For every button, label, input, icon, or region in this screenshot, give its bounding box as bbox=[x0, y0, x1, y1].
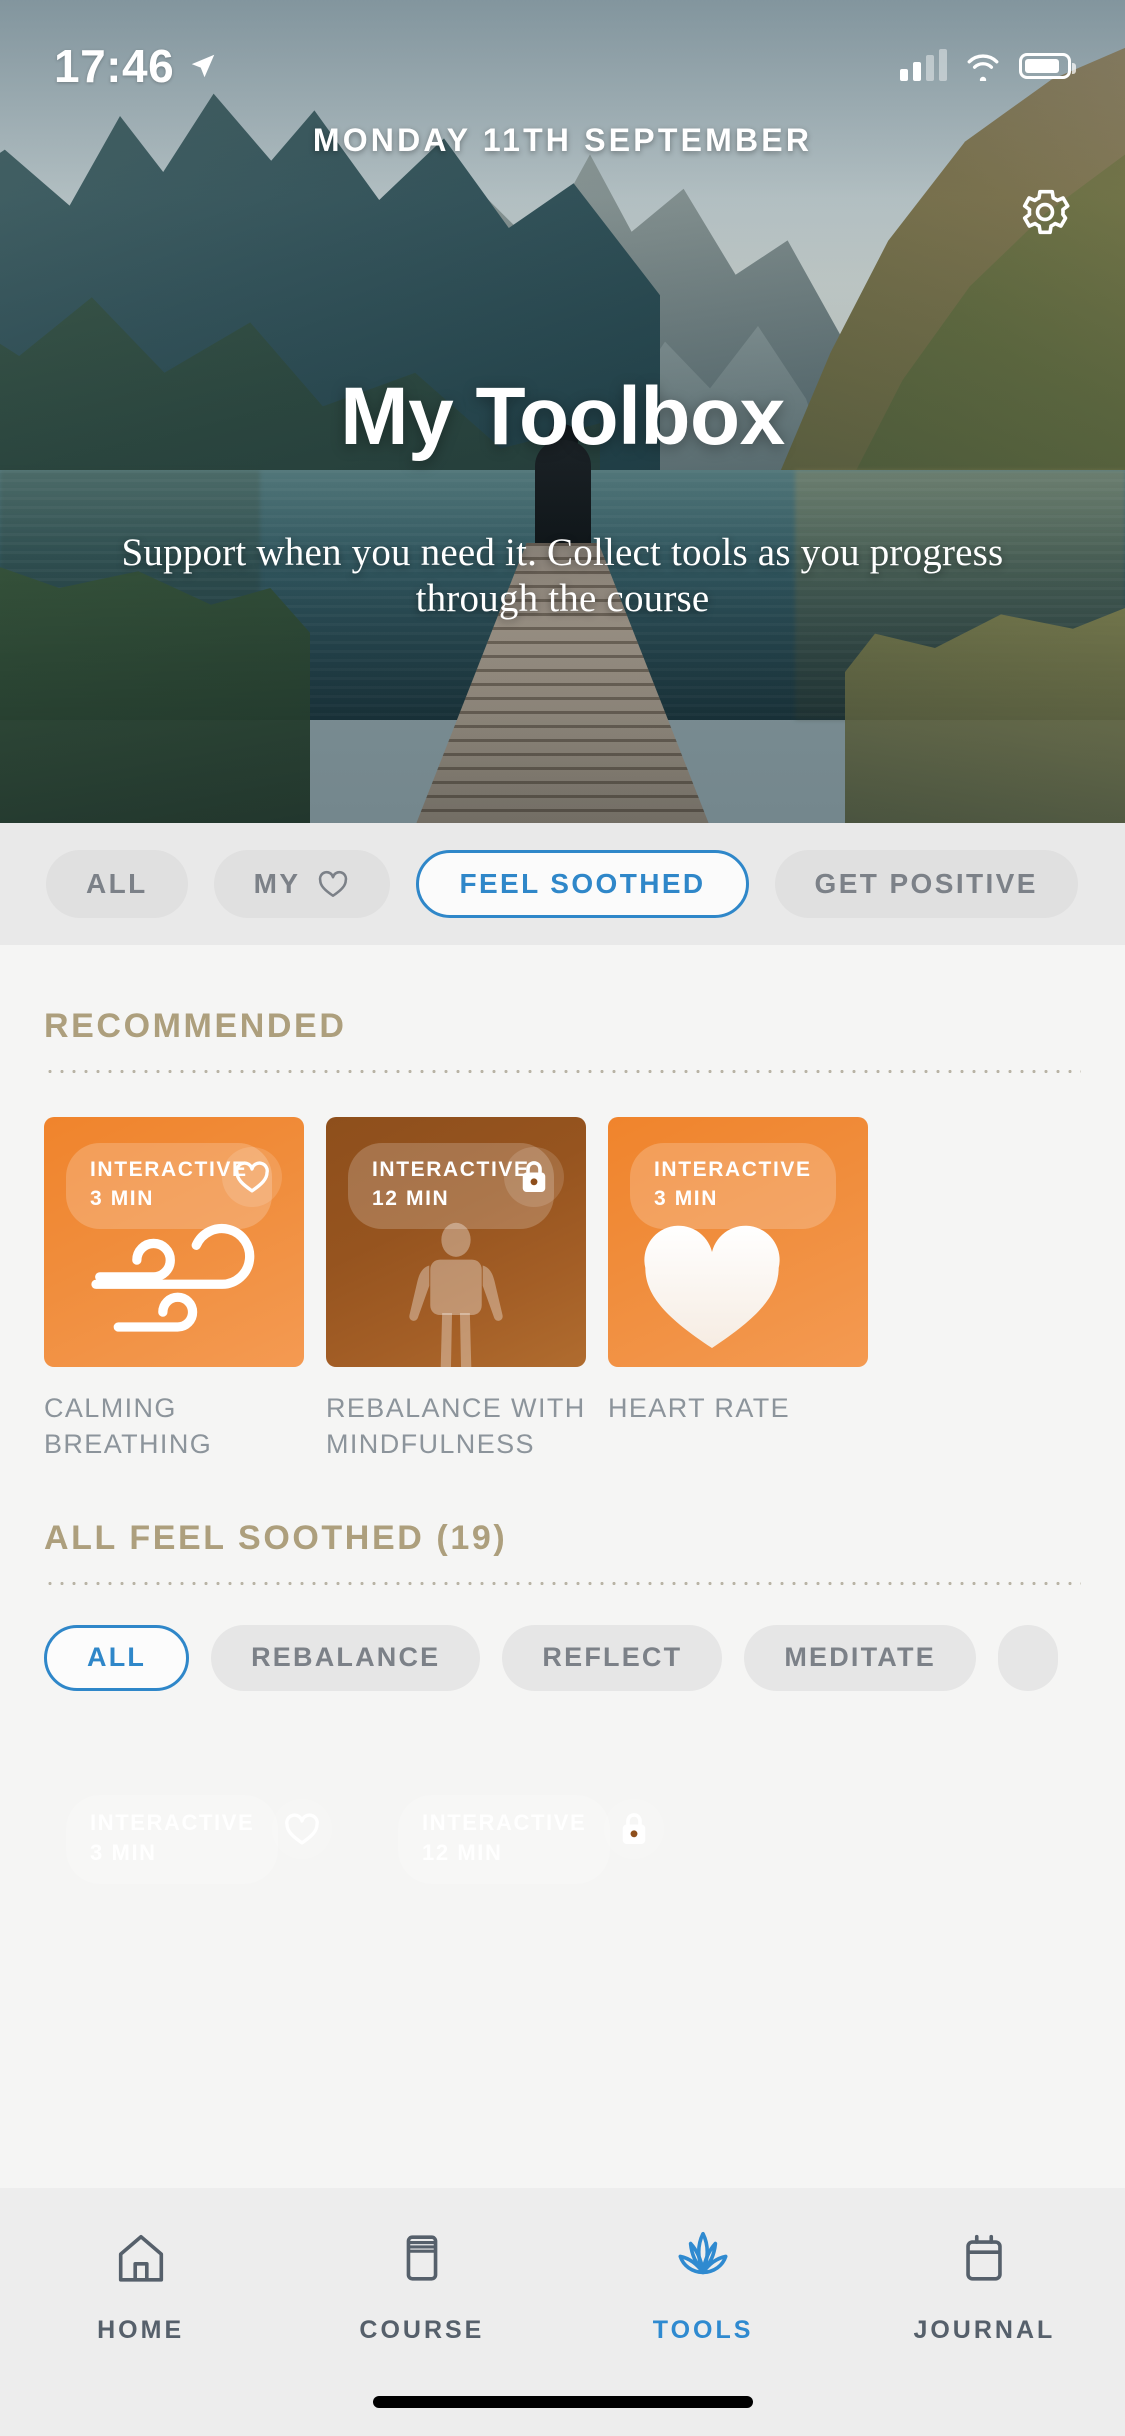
card-duration: 3 MIN bbox=[90, 1840, 157, 1866]
body-figure-icon bbox=[409, 1222, 503, 1367]
status-bar-right bbox=[900, 49, 1076, 81]
locked-button[interactable] bbox=[504, 1147, 564, 1207]
chip-feel-soothed[interactable]: FEEL SOOTHED bbox=[416, 850, 749, 918]
wifi-icon bbox=[967, 54, 999, 81]
lotus-icon bbox=[667, 2222, 739, 2294]
category-chip-bar[interactable]: ALL MY FEEL SOOTHED GET POSITIVE bbox=[0, 823, 1125, 945]
favourite-button[interactable] bbox=[272, 1798, 332, 1859]
list-item[interactable]: INTERACTIVE 3 MIN bbox=[44, 1117, 304, 1463]
heart-outline-icon bbox=[285, 1813, 319, 1845]
recommended-card-list[interactable]: INTERACTIVE 3 MIN CALMING BREATHING INTE… bbox=[0, 1117, 1125, 1463]
settings-button[interactable] bbox=[1009, 176, 1081, 248]
lock-icon bbox=[522, 1161, 546, 1192]
card-duration: 12 MIN bbox=[422, 1840, 503, 1866]
wind-icon bbox=[91, 1223, 255, 1332]
status-bar: 17:46 bbox=[0, 0, 1125, 132]
tab-home[interactable]: HOME bbox=[0, 2222, 281, 2345]
tab-tools[interactable]: TOOLS bbox=[563, 2222, 844, 2345]
chip-label: REBALANCE bbox=[251, 1642, 441, 1673]
gear-icon bbox=[1022, 189, 1070, 235]
home-indicator[interactable] bbox=[372, 2396, 753, 2408]
chip-rebalance[interactable]: REBALANCE bbox=[211, 1624, 481, 1691]
chip-overflow[interactable] bbox=[997, 1624, 1058, 1691]
card-type: INTERACTIVE bbox=[654, 1158, 812, 1181]
heart-filled-icon bbox=[644, 1225, 780, 1348]
chip-get-positive[interactable]: GET POSITIVE bbox=[774, 850, 1078, 918]
section-title: ALL FEEL SOOTHED (19) bbox=[44, 1518, 508, 1557]
card-title: REBALANCE WITH MINDFULNESS bbox=[326, 1393, 586, 1459]
tool-card-rebalance-with-mindfulness[interactable]: INTERACTIVE 12 MIN bbox=[326, 1117, 586, 1367]
chip-label: ALL bbox=[86, 868, 148, 899]
tool-card-heart-rate[interactable]: INTERACTIVE 3 MIN bbox=[608, 1117, 868, 1367]
chip-meditate[interactable]: MEDITATE bbox=[744, 1624, 976, 1691]
card-artwork bbox=[326, 1213, 586, 1367]
location-arrow-icon bbox=[191, 54, 215, 78]
lock-icon bbox=[622, 1812, 646, 1844]
card-type: INTERACTIVE bbox=[90, 1809, 255, 1835]
card-badge: INTERACTIVE 3 MIN bbox=[66, 1794, 279, 1884]
tab-label: TOOLS bbox=[652, 2316, 754, 2344]
chip-all[interactable]: ALL bbox=[46, 850, 188, 918]
tab-course[interactable]: COURSE bbox=[281, 2222, 562, 2345]
tool-card-partial-1[interactable]: INTERACTIVE 3 MIN bbox=[44, 1769, 354, 2019]
locked-button[interactable] bbox=[604, 1798, 664, 1859]
chip-all[interactable]: ALL bbox=[44, 1624, 190, 1691]
content-area: RECOMMENDED INTERACTIVE 3 MIN CALMING BR… bbox=[0, 945, 1125, 2388]
tool-card-calming-breathing[interactable]: INTERACTIVE 3 MIN bbox=[44, 1117, 304, 1367]
house-icon bbox=[105, 2222, 177, 2294]
card-title: CALMING BREATHING bbox=[44, 1393, 213, 1459]
subcategory-chip-bar[interactable]: ALL REBALANCE REFLECT MEDITATE bbox=[0, 1624, 1125, 1691]
favourite-button[interactable] bbox=[222, 1147, 282, 1207]
card-badge: INTERACTIVE 12 MIN bbox=[398, 1794, 611, 1884]
section-title: RECOMMENDED bbox=[44, 1007, 347, 1045]
notebook-icon bbox=[948, 2222, 1020, 2294]
card-artwork bbox=[44, 1213, 304, 1363]
chip-label: REFLECT bbox=[542, 1642, 683, 1673]
bottom-tab-bar[interactable]: HOME COURSE TOOLS JOURNAL bbox=[0, 2188, 1125, 2436]
status-bar-left: 17:46 bbox=[54, 39, 218, 93]
list-item[interactable]: INTERACTIVE 12 MIN REBALANCE WITH MINDFU… bbox=[326, 1117, 586, 1463]
tab-label: HOME bbox=[97, 2316, 185, 2344]
chip-label: FEEL SOOTHED bbox=[459, 868, 706, 899]
card-artwork bbox=[608, 1213, 868, 1363]
chip-my[interactable]: MY bbox=[213, 850, 391, 918]
cellular-signal-icon bbox=[900, 49, 947, 81]
tab-label: COURSE bbox=[359, 2316, 485, 2344]
chip-label: ALL bbox=[87, 1642, 147, 1673]
chip-label: MEDITATE bbox=[784, 1642, 936, 1673]
card-title: HEART RATE bbox=[608, 1393, 791, 1423]
chip-label: GET POSITIVE bbox=[814, 868, 1038, 899]
heart-outline-icon bbox=[319, 870, 348, 898]
chip-label: MY bbox=[253, 868, 301, 899]
section-divider bbox=[44, 1581, 1081, 1585]
section-divider bbox=[44, 1070, 1081, 1073]
page-subtitle: Support when you need it. Collect tools … bbox=[121, 531, 1004, 621]
card-type: INTERACTIVE bbox=[422, 1809, 587, 1835]
battery-icon bbox=[1019, 53, 1076, 79]
all-section-header: ALL FEEL SOOTHED (19) bbox=[0, 1519, 1125, 1585]
recommended-section-header: RECOMMENDED bbox=[0, 1007, 1125, 1073]
tab-label: JOURNAL bbox=[913, 2316, 1056, 2344]
tool-card-partial-2[interactable]: INTERACTIVE 12 MIN bbox=[376, 1769, 686, 2019]
list-item[interactable]: INTERACTIVE 3 MIN bbox=[608, 1117, 868, 1463]
book-icon bbox=[386, 2222, 458, 2294]
app-screen: 17:46 MONDAY 11TH SEPTEMBER My Toolbox S… bbox=[0, 0, 1125, 2436]
tab-journal[interactable]: JOURNAL bbox=[844, 2222, 1125, 2345]
chip-reflect[interactable]: REFLECT bbox=[502, 1624, 723, 1691]
status-time: 17:46 bbox=[54, 40, 175, 92]
all-card-list[interactable]: INTERACTIVE 3 MIN INTERACTIVE 12 MIN bbox=[0, 1769, 1125, 2019]
heart-outline-icon bbox=[235, 1161, 269, 1193]
page-title: My Toolbox bbox=[340, 371, 785, 462]
